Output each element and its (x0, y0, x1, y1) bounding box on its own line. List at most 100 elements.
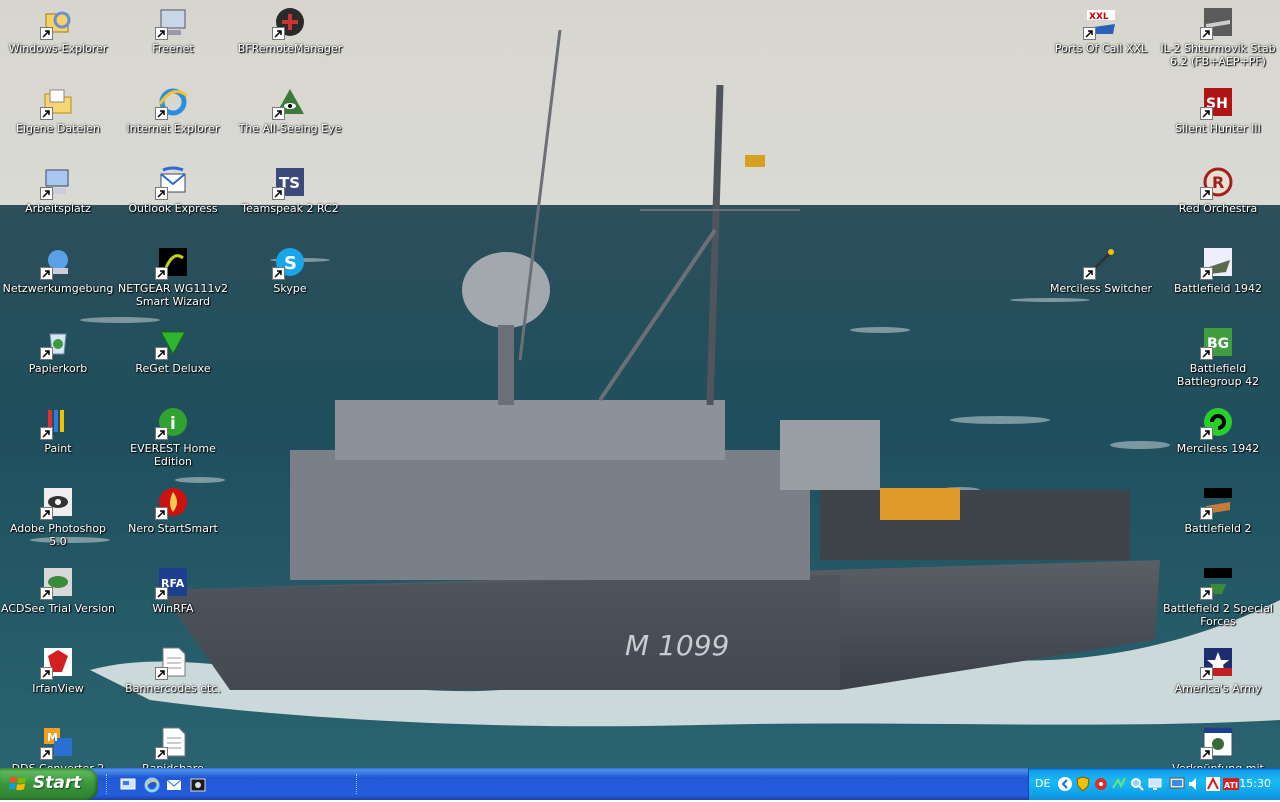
desktop-shortcut[interactable]: ACDSee Trial Version (0, 564, 116, 642)
desktop-shortcut[interactable]: Paint (0, 404, 116, 482)
display-icon[interactable] (1169, 776, 1185, 792)
desktop-shortcut[interactable]: Papierkorb (0, 324, 116, 402)
virus-icon[interactable] (1093, 776, 1109, 792)
desktop-shortcut[interactable]: R Red Orchestra (1160, 164, 1276, 242)
desktop-shortcut[interactable]: Windows-Explorer (0, 4, 116, 82)
desktop-shortcut[interactable]: ReGet Deluxe (115, 324, 231, 402)
desktop-shortcut[interactable]: BFRemoteManager (232, 4, 348, 82)
network-icon[interactable] (1111, 776, 1127, 792)
windows-flag-icon (9, 776, 26, 791)
desktop-shortcut-label: Silent Hunter III (1175, 122, 1261, 135)
nero-icon (155, 486, 189, 520)
shortcut-arrow-icon (40, 27, 53, 40)
desktop-shortcut-label: IrfanView (32, 682, 84, 695)
merciless-switcher-icon (1083, 246, 1117, 280)
desktop-shortcut-label: America's Army (1174, 682, 1262, 695)
desktop-shortcut[interactable]: Merciless Switcher (1043, 244, 1159, 322)
back-icon[interactable] (1057, 776, 1073, 792)
start-button[interactable]: Start (0, 768, 98, 800)
desktop-shortcut-label: Arbeitsplatz (25, 202, 91, 215)
dds-converter-icon: M (40, 726, 74, 760)
desktop-shortcut-label: Battlefield Battlegroup 42 (1176, 362, 1260, 388)
desktop-shortcut-label: Red Orchestra (1178, 202, 1258, 215)
desktop-shortcut[interactable]: America's Army (1160, 644, 1276, 722)
desktop-shortcut[interactable]: Bannercodes etc. (115, 644, 231, 722)
desktop-shortcut[interactable]: Adobe Photoshop 5.0 (0, 484, 116, 562)
desktop-shortcut-label: Bannercodes etc. (125, 682, 221, 695)
verknuepfung-icon (1200, 726, 1234, 760)
desktop-shortcut[interactable]: RFA WinRFA (115, 564, 231, 642)
desktop-shortcut[interactable]: IrfanView (0, 644, 116, 722)
desktop-shortcut[interactable]: TS Teamspeak 2 RC2 (232, 164, 348, 242)
adobe-icon[interactable] (1205, 776, 1221, 792)
taskbar-grip-2[interactable] (356, 774, 360, 794)
desktop-shortcut[interactable]: Nero StartSmart (115, 484, 231, 562)
desktop-shortcut-label: NETGEAR WG111v2 Smart Wizard (118, 282, 228, 308)
monitor-icon[interactable] (1147, 776, 1163, 792)
desktop-shortcut-label: Ports Of Call XXL (1054, 42, 1148, 55)
desktop-shortcut[interactable]: BG Battlefield Battlegroup 42 (1160, 324, 1276, 402)
shortcut-arrow-icon (155, 427, 168, 440)
freenet-icon (155, 6, 189, 40)
desktop-shortcut[interactable]: Internet Explorer (115, 84, 231, 162)
desktop-shortcut[interactable]: Eigene Dateien (0, 84, 116, 162)
desktop-shortcut[interactable]: Outlook Express (115, 164, 231, 242)
svg-text:i: i (170, 414, 176, 434)
volume-icon[interactable] (1187, 776, 1203, 792)
photoshop-icon (40, 486, 74, 520)
desktop-shortcut[interactable]: i EVEREST Home Edition (115, 404, 231, 482)
show-desktop-icon[interactable] (120, 777, 136, 793)
desktop-shortcut-label: Freenet (152, 42, 194, 55)
search-icon[interactable] (1129, 776, 1145, 792)
shortcut-arrow-icon (155, 587, 168, 600)
desktop-shortcut-label: Battlefield 1942 (1174, 282, 1262, 295)
shortcut-arrow-icon (1200, 427, 1213, 440)
shortcut-arrow-icon (1083, 267, 1096, 280)
desktop-shortcut[interactable]: S Skype (232, 244, 348, 322)
desktop-shortcut-label: Merciless Switcher (1049, 282, 1153, 295)
shield-icon[interactable] (1075, 776, 1091, 792)
desktop-shortcut[interactable]: Merciless 1942 (1160, 404, 1276, 482)
americas-army-icon (1200, 646, 1234, 680)
language-indicator[interactable]: DE (1035, 777, 1050, 790)
rapidshare-icon (155, 726, 189, 760)
battlefield-2-icon (1200, 486, 1234, 520)
desktop-shortcut-label: Battlefield 2 (1184, 522, 1252, 535)
shortcut-arrow-icon (155, 267, 168, 280)
desktop-shortcut[interactable]: Battlefield 2 Special Forces (1160, 564, 1276, 642)
desktop-shortcut[interactable]: XXL Ports Of Call XXL (1043, 4, 1159, 82)
shortcut-arrow-icon (272, 107, 285, 120)
ati-icon[interactable]: ATI (1223, 776, 1239, 792)
desktop-shortcut[interactable]: The All-Seeing Eye (232, 84, 348, 162)
desktop-shortcut[interactable]: Arbeitsplatz (0, 164, 116, 242)
desktop-shortcut-label: Eigene Dateien (15, 122, 101, 135)
shortcut-arrow-icon (155, 187, 168, 200)
shortcut-arrow-icon (155, 667, 168, 680)
desktop-shortcut[interactable]: IL-2 Shturmovik Stab 6.2 (FB+AEP+PF) (1160, 4, 1276, 82)
desktop-shortcut[interactable]: Freenet (115, 4, 231, 82)
desktop-shortcut[interactable]: Netzwerkumgebung (0, 244, 116, 322)
outlook-quicklaunch-icon[interactable] (166, 777, 182, 793)
skype-icon: S (272, 246, 306, 280)
desktop-shortcut-label: Paint (44, 442, 72, 455)
desktop-shortcut[interactable]: Battlefield 2 (1160, 484, 1276, 562)
clock[interactable]: 15:30 (1239, 777, 1271, 790)
shortcut-arrow-icon (272, 267, 285, 280)
all-seeing-eye-icon (272, 86, 306, 120)
shortcut-arrow-icon (40, 747, 53, 760)
svg-text:ATI: ATI (1224, 781, 1238, 790)
desktop-shortcut[interactable]: NETGEAR WG111v2 Smart Wizard (115, 244, 231, 322)
internet-explorer-quicklaunch-icon[interactable] (144, 777, 160, 793)
bf-remote-manager-icon (272, 6, 306, 40)
merciless-1942-icon (1200, 406, 1234, 440)
shortcut-arrow-icon (155, 27, 168, 40)
media-player-quicklaunch-icon[interactable] (190, 777, 206, 793)
desktop-shortcut-label: WinRFA (152, 602, 194, 615)
taskbar-grip[interactable] (106, 774, 110, 794)
desktop-shortcut[interactable]: Battlefield 1942 (1160, 244, 1276, 322)
desktop-shortcut-label: Internet Explorer (126, 122, 220, 135)
eigene-dateien-icon (40, 86, 74, 120)
irfanview-icon (40, 646, 74, 680)
desktop-shortcut[interactable]: SH Silent Hunter III (1160, 84, 1276, 162)
shortcut-arrow-icon (155, 347, 168, 360)
